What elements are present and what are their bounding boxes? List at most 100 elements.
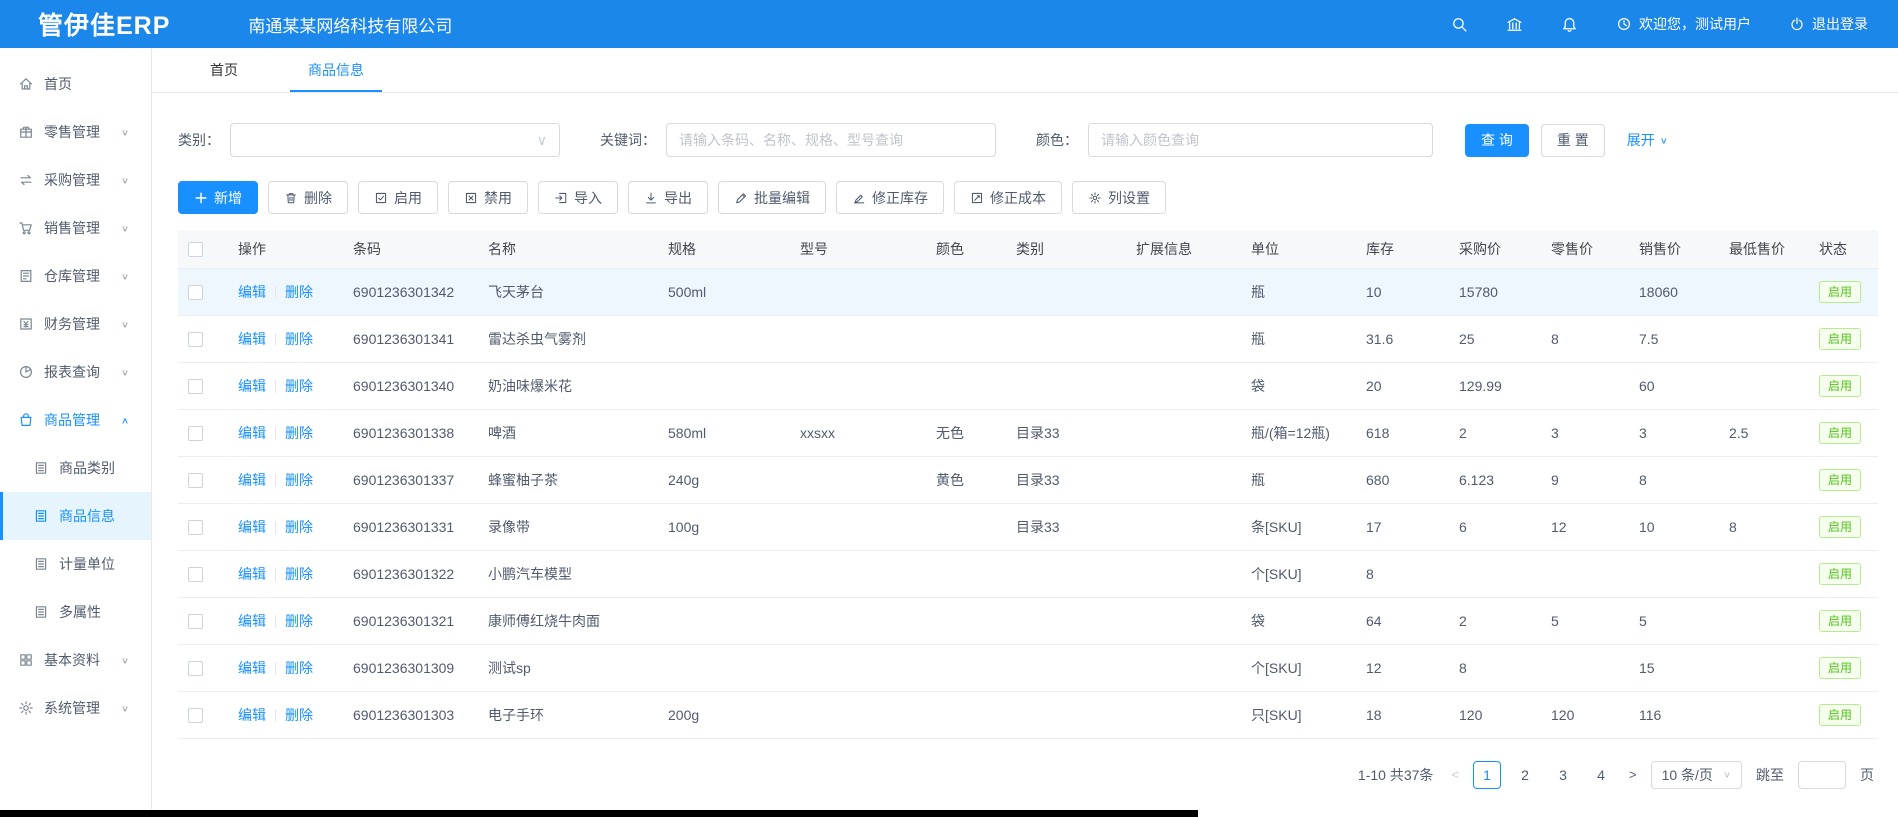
welcome-user[interactable]: 欢迎您，测试用户 xyxy=(1616,14,1751,34)
row-checkbox[interactable] xyxy=(188,520,203,535)
sidebar-item-icon xyxy=(33,604,49,620)
delete-link[interactable]: 删除 xyxy=(285,378,313,394)
row-checkbox[interactable] xyxy=(188,614,203,629)
sidebar-item[interactable]: 商品信息 xyxy=(0,492,151,540)
column-header: 类别 xyxy=(1006,230,1126,268)
cell-model xyxy=(790,691,926,738)
sidebar-item[interactable]: 零售管理 ∨ xyxy=(0,108,151,156)
search-button[interactable]: 查 询 xyxy=(1465,124,1529,157)
jump-page-input[interactable] xyxy=(1798,761,1846,789)
toolbar-button[interactable]: 禁用 xyxy=(448,181,528,214)
edit-link[interactable]: 编辑 xyxy=(238,284,266,300)
row-checkbox[interactable] xyxy=(188,708,203,723)
home-portal-icon[interactable] xyxy=(1506,16,1523,33)
sidebar-item[interactable]: 销售管理 ∨ xyxy=(0,204,151,252)
tab[interactable]: 首页 xyxy=(204,48,244,92)
delete-link[interactable]: 删除 xyxy=(285,707,313,723)
page-button[interactable]: 2 xyxy=(1511,761,1539,789)
select-all-checkbox[interactable] xyxy=(188,242,203,257)
toolbar-button[interactable]: 修正成本 xyxy=(954,181,1062,214)
cell-model xyxy=(790,503,926,550)
row-checkbox[interactable] xyxy=(188,285,203,300)
page-button[interactable]: 3 xyxy=(1549,761,1577,789)
color-label: 颜色： xyxy=(1036,130,1078,150)
sidebar-item[interactable]: 采购管理 ∨ xyxy=(0,156,151,204)
sidebar-item-label: 多属性 xyxy=(59,602,101,622)
toolbar-button-icon xyxy=(644,191,658,205)
toolbar-button[interactable]: 删除 xyxy=(268,181,348,214)
toolbar-button[interactable]: 列设置 xyxy=(1072,181,1166,214)
toolbar-button[interactable]: 启用 xyxy=(358,181,438,214)
prev-page-arrow[interactable]: < xyxy=(1451,767,1459,782)
delete-link[interactable]: 删除 xyxy=(285,331,313,347)
sidebar-item-label: 系统管理 xyxy=(44,698,100,718)
delete-link[interactable]: 删除 xyxy=(285,660,313,676)
cell-color xyxy=(926,268,1006,315)
sidebar-item[interactable]: 报表查询 ∨ xyxy=(0,348,151,396)
edit-link[interactable]: 编辑 xyxy=(238,519,266,535)
delete-link[interactable]: 删除 xyxy=(285,284,313,300)
cell-category: 目录33 xyxy=(1006,503,1126,550)
search-icon[interactable] xyxy=(1451,16,1468,33)
next-page-arrow[interactable]: > xyxy=(1629,767,1637,782)
cell-ext xyxy=(1126,409,1241,456)
sidebar-item[interactable]: 系统管理 ∨ xyxy=(0,684,151,732)
toolbar-button[interactable]: 修正库存 xyxy=(836,181,944,214)
clock-icon xyxy=(1616,16,1632,32)
reset-button[interactable]: 重 置 xyxy=(1541,124,1605,157)
sidebar-item[interactable]: 仓库管理 ∨ xyxy=(0,252,151,300)
expand-link[interactable]: 展开 ∨ xyxy=(1627,130,1668,150)
delete-link[interactable]: 删除 xyxy=(285,613,313,629)
toolbar-button[interactable]: 导出 xyxy=(628,181,708,214)
edit-link[interactable]: 编辑 xyxy=(238,660,266,676)
row-checkbox[interactable] xyxy=(188,332,203,347)
cell-category xyxy=(1006,362,1126,409)
color-input[interactable] xyxy=(1088,123,1433,157)
sidebar-item[interactable]: 计量单位 xyxy=(0,540,151,588)
delete-link[interactable]: 删除 xyxy=(285,566,313,582)
cell-spec xyxy=(658,644,790,691)
edit-link[interactable]: 编辑 xyxy=(238,566,266,582)
edit-link[interactable]: 编辑 xyxy=(238,707,266,723)
edit-link[interactable]: 编辑 xyxy=(238,378,266,394)
sidebar-item[interactable]: 商品类别 xyxy=(0,444,151,492)
sidebar-item[interactable]: 商品管理 ∧ xyxy=(0,396,151,444)
row-checkbox[interactable] xyxy=(188,426,203,441)
keyword-input[interactable] xyxy=(666,123,996,157)
edit-link[interactable]: 编辑 xyxy=(238,425,266,441)
delete-link[interactable]: 删除 xyxy=(285,519,313,535)
category-select[interactable]: ∨ xyxy=(230,123,560,157)
toolbar-button[interactable]: 新增 xyxy=(178,181,258,214)
edit-link[interactable]: 编辑 xyxy=(238,613,266,629)
page-button[interactable]: 1 xyxy=(1473,761,1501,789)
cell-retail: 9 xyxy=(1541,456,1629,503)
row-checkbox[interactable] xyxy=(188,661,203,676)
delete-link[interactable]: 删除 xyxy=(285,472,313,488)
page-size-select[interactable]: 10 条/页 ∨ xyxy=(1651,761,1742,789)
logout-button[interactable]: 退出登录 xyxy=(1789,14,1868,34)
row-checkbox[interactable] xyxy=(188,379,203,394)
edit-link[interactable]: 编辑 xyxy=(238,472,266,488)
cell-ext xyxy=(1126,456,1241,503)
edit-link[interactable]: 编辑 xyxy=(238,331,266,347)
cell-sale xyxy=(1629,550,1719,597)
sidebar-item[interactable]: 首页 xyxy=(0,60,151,108)
row-checkbox[interactable] xyxy=(188,567,203,582)
toolbar-button-icon xyxy=(464,191,478,205)
notification-bell-icon[interactable] xyxy=(1561,16,1578,33)
sidebar-item-icon xyxy=(18,220,34,236)
row-checkbox[interactable] xyxy=(188,473,203,488)
toolbar-button[interactable]: 导入 xyxy=(538,181,618,214)
chevron-icon: ∨ xyxy=(121,703,129,713)
tab[interactable]: 商品信息 xyxy=(302,48,370,92)
sidebar-item[interactable]: 财务管理 ∨ xyxy=(0,300,151,348)
sidebar-item[interactable]: 基本资料 ∨ xyxy=(0,636,151,684)
page-button[interactable]: 4 xyxy=(1587,761,1615,789)
product-table: 操作条码名称规格型号颜色类别扩展信息单位库存采购价零售价销售价最低售价状态 编辑… xyxy=(152,226,1898,739)
cell-min: 8 xyxy=(1719,503,1809,550)
toolbar-button[interactable]: 批量编辑 xyxy=(718,181,826,214)
delete-link[interactable]: 删除 xyxy=(285,425,313,441)
sidebar-item[interactable]: 多属性 xyxy=(0,588,151,636)
cell-stock: 8 xyxy=(1356,550,1449,597)
cell-spec xyxy=(658,597,790,644)
